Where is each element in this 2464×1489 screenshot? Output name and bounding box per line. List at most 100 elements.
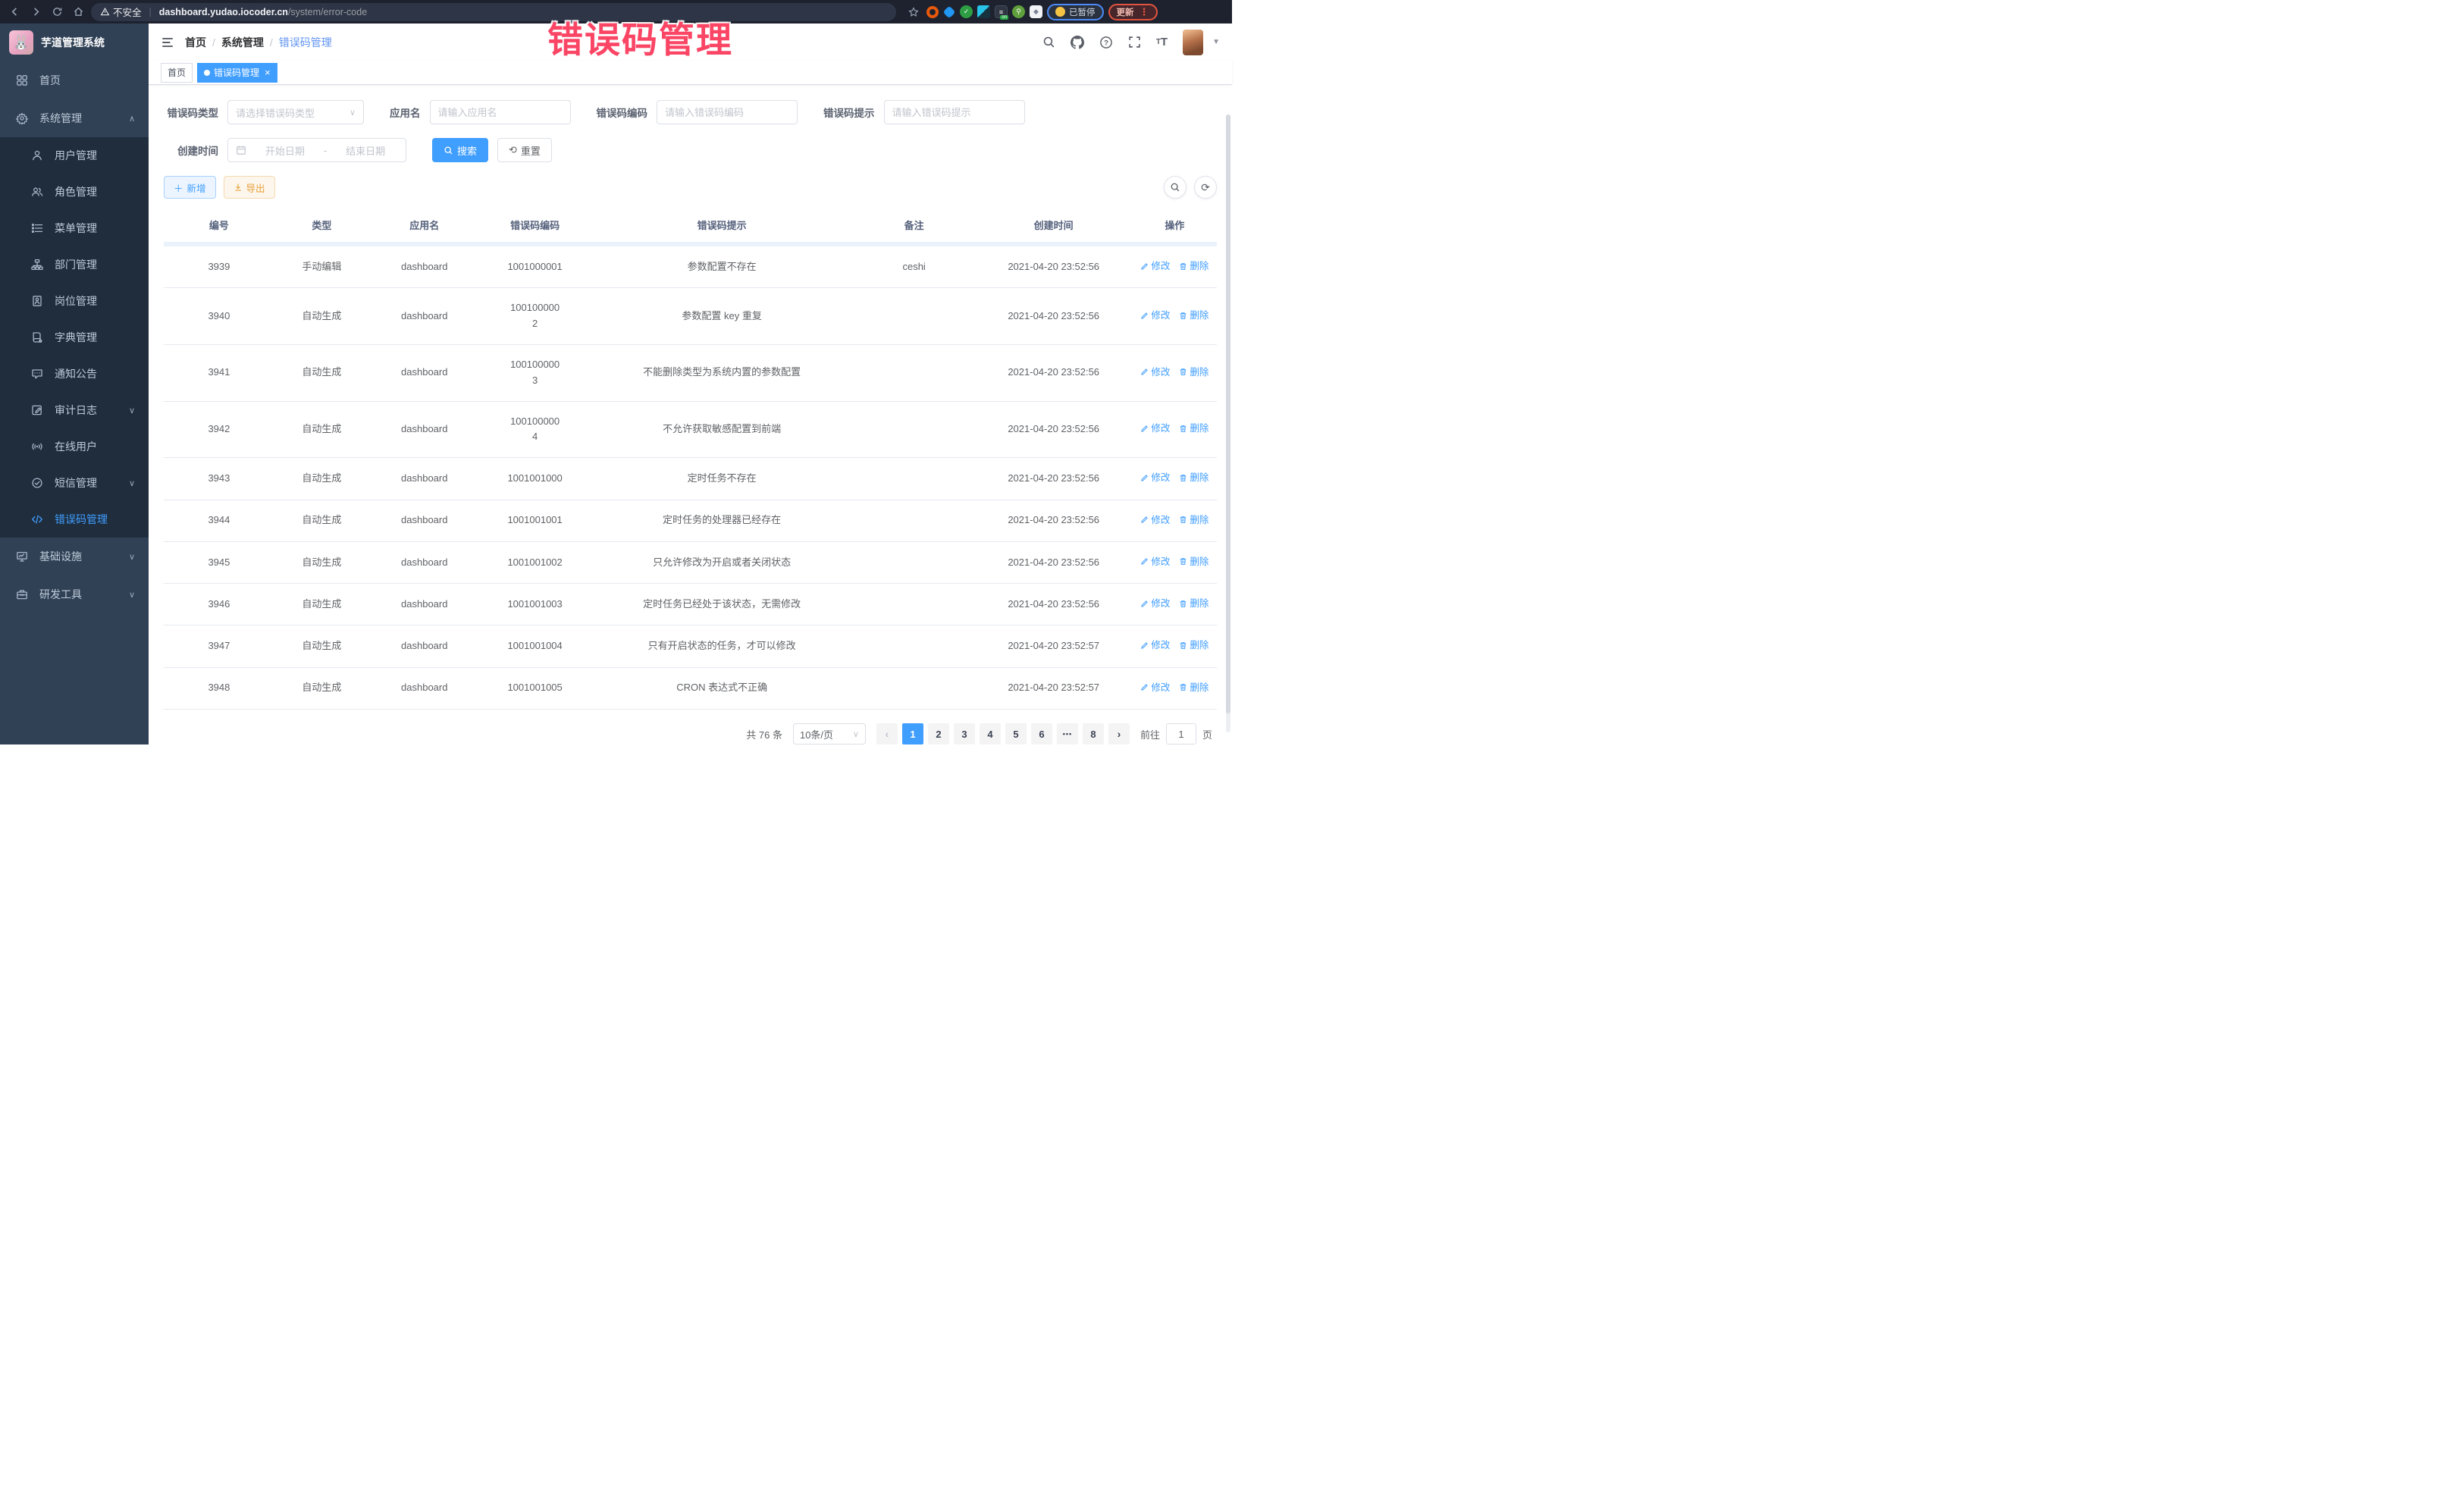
delete-link[interactable]: 删除 bbox=[1179, 259, 1208, 274]
tag-error-code-management[interactable]: 错误码管理 × bbox=[197, 63, 277, 83]
create-time-range-picker[interactable]: 开始日期 - 结束日期 bbox=[227, 138, 406, 162]
next-page-button[interactable]: › bbox=[1108, 723, 1130, 744]
toggle-search-button[interactable] bbox=[1164, 176, 1187, 199]
delete-link[interactable]: 删除 bbox=[1179, 680, 1208, 695]
edit-label: 修改 bbox=[1151, 680, 1170, 695]
page-button-8[interactable]: 8 bbox=[1083, 723, 1104, 744]
green-check-extension-icon[interactable]: ✓ bbox=[960, 5, 973, 18]
sidebar-item-online-users[interactable]: 在线用户 bbox=[0, 428, 149, 465]
sidebar-item-dev-tools[interactable]: 研发工具∨ bbox=[0, 575, 149, 613]
sidebar-item-sms-management[interactable]: 短信管理∨ bbox=[0, 465, 149, 501]
add-button[interactable]: ＋ 新增 bbox=[164, 176, 216, 199]
sidebar-item-role-management[interactable]: 角色管理 bbox=[0, 174, 149, 210]
insecure-warning[interactable]: 不安全 bbox=[100, 5, 142, 19]
page-button-4[interactable]: 4 bbox=[980, 723, 1001, 744]
edit-link[interactable]: 修改 bbox=[1140, 365, 1170, 380]
search-button[interactable]: 搜索 bbox=[432, 138, 488, 162]
blue-gem-extension-icon[interactable] bbox=[943, 5, 956, 18]
app-name-input[interactable] bbox=[430, 100, 571, 124]
edit-link[interactable]: 修改 bbox=[1140, 421, 1170, 436]
row-id: 3944 bbox=[164, 500, 274, 541]
sidebar-item-home[interactable]: 首页 bbox=[0, 61, 149, 99]
breadcrumb-item[interactable]: 首页 bbox=[185, 35, 206, 50]
prev-page-button[interactable]: ‹ bbox=[876, 723, 898, 744]
sidebar-item-audit-log[interactable]: 审计日志∨ bbox=[0, 392, 149, 428]
sidebar-item-label: 研发工具 bbox=[39, 587, 82, 602]
error-code-input[interactable] bbox=[657, 100, 798, 124]
error-code-table: 编号类型应用名错误码编码错误码提示备注创建时间操作 3939手动编辑dashbo… bbox=[164, 208, 1217, 710]
white-puzzle-extension-icon[interactable]: ◆ bbox=[1030, 5, 1042, 18]
browser-reload-icon[interactable] bbox=[49, 4, 65, 20]
edit-link[interactable]: 修改 bbox=[1140, 554, 1170, 569]
sidebar-item-dept-management[interactable]: 部门管理 bbox=[0, 246, 149, 283]
browser-update-button[interactable]: 更新 ⋮ bbox=[1108, 4, 1158, 20]
sidebar-item-notice-announcement[interactable]: 通知公告 bbox=[0, 356, 149, 392]
page-button-1[interactable]: 1 bbox=[902, 723, 923, 744]
user-avatar[interactable] bbox=[1183, 30, 1203, 55]
edit-link[interactable]: 修改 bbox=[1140, 470, 1170, 485]
row-error-code: 1001000001 bbox=[480, 246, 591, 288]
avatar-caret-down-icon[interactable]: ▼ bbox=[1212, 38, 1220, 46]
edit-link[interactable]: 修改 bbox=[1140, 596, 1170, 611]
browser-home-icon[interactable] bbox=[70, 4, 86, 20]
cyan-grid-extension-icon[interactable] bbox=[977, 5, 990, 18]
sidebar-item-error-code-management[interactable]: 错误码管理 bbox=[0, 501, 149, 538]
edit-link[interactable]: 修改 bbox=[1140, 308, 1170, 323]
delete-link[interactable]: 删除 bbox=[1179, 308, 1208, 323]
row-error-hint: CRON 表达式不正确 bbox=[591, 667, 854, 709]
breadcrumb-item[interactable]: 系统管理 bbox=[221, 35, 264, 50]
delete-link[interactable]: 删除 bbox=[1179, 596, 1208, 611]
sidebar-item-label: 基础设施 bbox=[39, 549, 82, 564]
header-search-icon[interactable] bbox=[1042, 36, 1055, 49]
page-button-2[interactable]: 2 bbox=[928, 723, 949, 744]
delete-link[interactable]: 删除 bbox=[1179, 554, 1208, 569]
sidebar-item-post-management[interactable]: 岗位管理 bbox=[0, 283, 149, 319]
pager-ellipsis[interactable]: ••• bbox=[1057, 723, 1078, 744]
hamburger-icon[interactable] bbox=[161, 36, 174, 49]
browser-forward-icon[interactable] bbox=[27, 4, 44, 20]
tag-close-icon[interactable]: × bbox=[265, 67, 271, 77]
app-logo-row[interactable]: 🐰 芋道管理系统 bbox=[0, 24, 149, 61]
sidebar-item-dict-management[interactable]: 字典管理 bbox=[0, 319, 149, 356]
edit-link[interactable]: 修改 bbox=[1140, 680, 1170, 695]
page-button-6[interactable]: 6 bbox=[1031, 723, 1052, 744]
delete-link[interactable]: 删除 bbox=[1179, 470, 1208, 485]
content-scrollbar[interactable] bbox=[1226, 114, 1230, 732]
sidebar-item-menu-management[interactable]: 菜单管理 bbox=[0, 210, 149, 246]
reset-button[interactable]: ⟲ 重置 bbox=[497, 138, 552, 162]
bookmark-star-icon[interactable] bbox=[905, 4, 922, 20]
switch-on-extension-icon[interactable]: ≡on bbox=[995, 5, 1008, 18]
error-type-select[interactable]: 请选择错误码类型 ∨ bbox=[227, 100, 364, 124]
sidebar-item-user-management[interactable]: 用户管理 bbox=[0, 137, 149, 174]
goto-page-input[interactable] bbox=[1166, 723, 1196, 744]
page-button-3[interactable]: 3 bbox=[954, 723, 975, 744]
page-size-select[interactable]: 10条/页 ∨ bbox=[793, 723, 866, 744]
export-button[interactable]: 导出 bbox=[224, 176, 275, 199]
column-header: 错误码提示 bbox=[591, 208, 854, 242]
refresh-table-button[interactable]: ⟳ bbox=[1194, 176, 1217, 199]
browser-back-icon[interactable] bbox=[6, 4, 23, 20]
orange-ring-extension-icon[interactable] bbox=[926, 6, 939, 18]
help-icon[interactable]: ? bbox=[1099, 36, 1113, 49]
row-created-time: 2021-04-20 23:52:56 bbox=[975, 584, 1133, 625]
tag-home[interactable]: 首页 bbox=[161, 63, 193, 83]
address-bar[interactable]: 不安全 | dashboard.yudao.iocoder.cn/system/… bbox=[91, 3, 896, 21]
error-hint-input[interactable] bbox=[884, 100, 1025, 124]
page-button-5[interactable]: 5 bbox=[1005, 723, 1027, 744]
delete-link[interactable]: 删除 bbox=[1179, 365, 1208, 380]
browser-menu-kebab-icon[interactable]: ⋮ bbox=[1140, 6, 1149, 18]
sidebar-item-infrastructure[interactable]: 基础设施 ∨ bbox=[0, 538, 149, 575]
delete-link[interactable]: 删除 bbox=[1179, 638, 1208, 653]
edit-link[interactable]: 修改 bbox=[1140, 638, 1170, 653]
delete-link[interactable]: 删除 bbox=[1179, 421, 1208, 436]
font-size-icon[interactable]: TT bbox=[1156, 36, 1168, 48]
sidebar-item-system-management[interactable]: 系统管理∧ bbox=[0, 99, 149, 137]
edit-link[interactable]: 修改 bbox=[1140, 259, 1170, 274]
edit-link[interactable]: 修改 bbox=[1140, 513, 1170, 528]
tab-paused-badge[interactable]: 已暂停 bbox=[1047, 4, 1104, 20]
fullscreen-icon[interactable] bbox=[1128, 36, 1141, 49]
github-icon[interactable] bbox=[1071, 36, 1084, 49]
green-key-extension-icon[interactable]: ⚲ bbox=[1012, 5, 1025, 18]
delete-link[interactable]: 删除 bbox=[1179, 513, 1208, 528]
chevron-down-icon: ∨ bbox=[129, 552, 135, 562]
